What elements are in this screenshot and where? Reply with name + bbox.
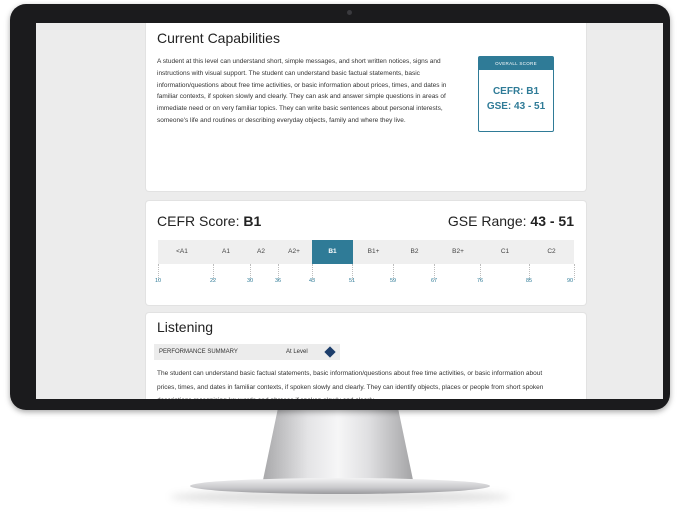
cefr-level-active: B1 [312, 240, 353, 264]
listening-title: Listening [157, 319, 214, 335]
scale-tick-label: 22 [209, 278, 217, 284]
scale-tick-label: 59 [389, 278, 397, 284]
cefr-score-label: CEFR Score: [157, 213, 240, 229]
monitor-stand [263, 408, 413, 480]
cefr-level: B2+ [452, 248, 464, 255]
cefr-level: B1+ [367, 248, 380, 255]
capabilities-text: A student at this level can understand s… [157, 58, 447, 124]
camera-icon [347, 10, 352, 15]
capabilities-title: Current Capabilities [157, 30, 280, 46]
performance-level: At Level [286, 349, 308, 355]
overall-score-box: OVERALL SCORE CEFR: B1 GSE: 43 - 51 [478, 56, 554, 132]
performance-summary-label: PERFORMANCE SUMMARY [159, 349, 238, 355]
gse-range-label: GSE Range: [447, 213, 527, 229]
scale-tick-label: 10 [154, 278, 162, 284]
monitor-base [190, 478, 490, 494]
screen: Current Capabilities A student at this l… [36, 23, 663, 399]
scale-tick [574, 264, 575, 280]
scale-tick-label: 43 [308, 278, 316, 284]
cefr-score-value: B1 [243, 213, 262, 229]
cefr-level: B2 [410, 248, 419, 255]
monitor: Current Capabilities A student at this l… [10, 4, 670, 410]
cefr-score: CEFR Score: B1 [157, 213, 261, 229]
overall-score-header: OVERALL SCORE [479, 57, 553, 70]
cefr-level: C2 [547, 248, 556, 255]
overall-gse: GSE: 43 - 51 [486, 101, 546, 112]
cefr-level: C1 [500, 248, 510, 255]
gse-range-value: 43 - 51 [530, 213, 574, 229]
cefr-level: A2+ [288, 248, 300, 255]
performance-summary-bar: PERFORMANCE SUMMARY At Level [154, 344, 340, 360]
cefr-scale-bar: <A1 A1 A2 A2+ B1 B1+ B2 B2+ C1 C2 [158, 240, 574, 264]
cefr-score-card: CEFR Score: B1 GSE Range: 43 - 51 <A1 A1… [146, 201, 586, 305]
gse-range: GSE Range: 43 - 51 [448, 213, 574, 229]
scale-tick-label: 36 [274, 278, 282, 284]
scale-tick-label: 30 [246, 278, 254, 284]
listening-text: The student can understand basic factual… [157, 370, 544, 399]
cefr-level: A1 [222, 248, 230, 255]
scale-tick-label: 76 [476, 278, 484, 284]
scale-tick-label: 67 [430, 278, 438, 284]
cefr-level: A2 [257, 248, 265, 255]
scale-tick-label: 85 [525, 278, 533, 284]
listening-card: Listening PERFORMANCE SUMMARY At Level T… [146, 313, 586, 399]
diamond-icon [324, 346, 336, 358]
overall-cefr: CEFR: B1 [492, 86, 540, 97]
cefr-level: <A1 [176, 248, 188, 255]
scale-tick-label: 90 [566, 278, 574, 284]
capabilities-card: Current Capabilities A student at this l… [146, 23, 586, 191]
scale-tick-label: 51 [348, 278, 356, 284]
